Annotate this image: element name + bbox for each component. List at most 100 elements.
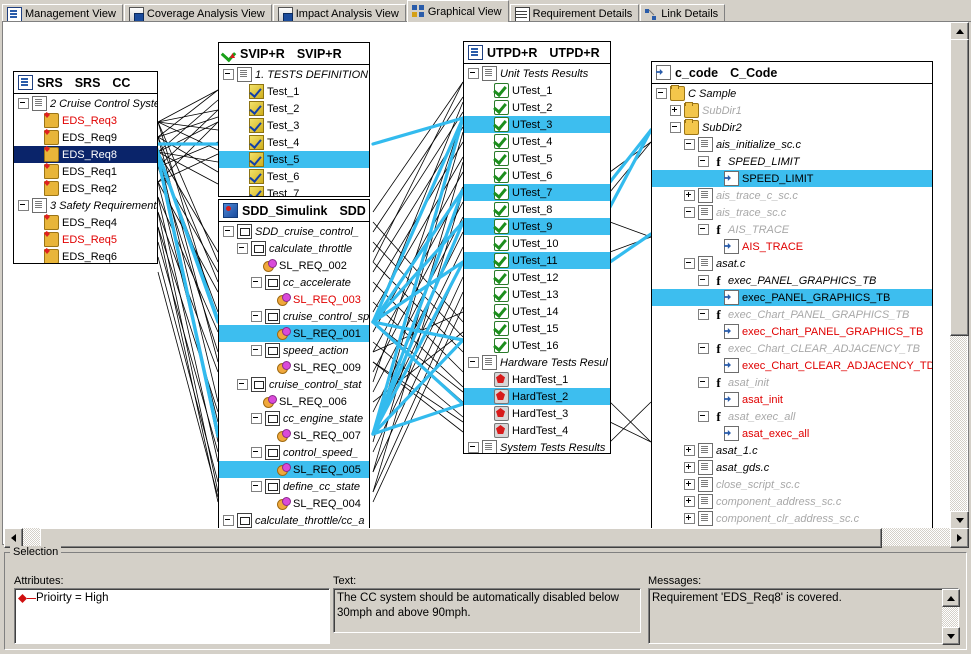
graph-canvas[interactable]: SRS SRS CC 2 Cruise Control SysteEDS_Req… [3, 22, 954, 530]
collapse-minus-icon[interactable] [237, 243, 248, 254]
collapse-minus-icon[interactable] [237, 379, 248, 390]
tree-row[interactable]: asat.c [652, 255, 932, 272]
tree-row[interactable]: fexec_Chart_PANEL_GRAPHICS_TB [652, 306, 932, 323]
tree-row[interactable]: Test_1 [219, 83, 369, 100]
collapse-minus-icon[interactable] [698, 156, 709, 167]
collapse-minus-icon[interactable] [656, 88, 667, 99]
tree-row[interactable]: UTest_1 [464, 82, 610, 99]
tree-row[interactable]: asat_init [652, 391, 932, 408]
tree-row[interactable]: Test_2 [219, 100, 369, 117]
collapse-minus-icon[interactable] [684, 207, 695, 218]
tree-row[interactable]: define_cc_state [219, 478, 369, 495]
tree-row[interactable]: EDS_Req8 [14, 146, 157, 163]
tree-row[interactable]: UTest_12 [464, 269, 610, 286]
tree-row[interactable]: exec_PANEL_GRAPHICS_TB [652, 289, 932, 306]
collapse-minus-icon[interactable] [698, 309, 709, 320]
collapse-minus-icon[interactable] [698, 275, 709, 286]
tree-row[interactable]: 3 Safety Requirements [14, 197, 157, 214]
tree-row[interactable]: fexec_Chart_CLEAR_ADJACENCY_TB [652, 340, 932, 357]
collapse-minus-icon[interactable] [251, 345, 262, 356]
tree-row[interactable]: UTest_8 [464, 201, 610, 218]
tree-row[interactable]: close_script_sc.c [652, 476, 932, 493]
panel-sdd[interactable]: SDD_Simulink SDD SDD_cruise_control_calc… [218, 199, 370, 530]
collapse-minus-icon[interactable] [468, 68, 479, 79]
tree-row[interactable]: SL_REQ_007 [219, 427, 369, 444]
collapse-minus-icon[interactable] [223, 69, 234, 80]
hscrollbar-thumb[interactable] [40, 528, 882, 548]
tree-row[interactable]: EDS_Req2 [14, 180, 157, 197]
tree-row[interactable]: control_speed_ [219, 444, 369, 461]
tree-row[interactable]: fasat_exec_all [652, 408, 932, 425]
collapse-minus-icon[interactable] [251, 481, 262, 492]
canvas-vscrollbar[interactable] [950, 22, 967, 528]
attribute-row[interactable]: Prioirty = High [18, 591, 326, 606]
tree-row[interactable]: ais_trace_sc.c [652, 204, 932, 221]
messages-readonly-box[interactable]: Requirement 'EDS_Req8' is covered. [648, 588, 959, 644]
collapse-minus-icon[interactable] [18, 200, 29, 211]
expand-plus-icon[interactable] [684, 479, 695, 490]
collapse-minus-icon[interactable] [468, 442, 479, 453]
panel-ccode[interactable]: c_code C_Code C SampleSubDir1SubDir2ais_… [651, 61, 933, 530]
tree-row[interactable]: cruise_control_stat [219, 376, 369, 393]
tree-row[interactable]: Test_7 [219, 185, 369, 197]
tree-row[interactable]: UTest_14 [464, 303, 610, 320]
collapse-minus-icon[interactable] [684, 258, 695, 269]
tree-row[interactable]: EDS_Req3 [14, 112, 157, 129]
tree-row[interactable]: Hardware Tests Resul [464, 354, 610, 371]
tree-row[interactable]: UTest_13 [464, 286, 610, 303]
tree-row[interactable]: AIS_TRACE [652, 238, 932, 255]
collapse-minus-icon[interactable] [468, 357, 479, 368]
ccode-tree[interactable]: C SampleSubDir1SubDir2ais_initialize_sc.… [652, 84, 932, 530]
messages-vscrollbar-up-button[interactable] [942, 589, 960, 607]
tree-row[interactable]: speed_action [219, 342, 369, 359]
messages-vscrollbar[interactable] [942, 589, 958, 643]
collapse-minus-icon[interactable] [18, 98, 29, 109]
tree-row[interactable]: UTest_16 [464, 337, 610, 354]
collapse-minus-icon[interactable] [698, 224, 709, 235]
svip-tree[interactable]: 1. TESTS DEFINITIONTest_1Test_2Test_3Tes… [219, 65, 369, 197]
tree-row[interactable]: SubDir1 [652, 102, 932, 119]
tree-row[interactable]: UTest_15 [464, 320, 610, 337]
tree-row[interactable]: SubDir2 [652, 119, 932, 136]
messages-vscrollbar-down-button[interactable] [942, 627, 960, 645]
collapse-minus-icon[interactable] [251, 413, 262, 424]
tree-row[interactable]: Test_5 [219, 151, 369, 168]
expand-plus-icon[interactable] [684, 445, 695, 456]
tree-row[interactable]: 1. TESTS DEFINITION [219, 66, 369, 83]
graph-canvas-frame[interactable]: SRS SRS CC 2 Cruise Control SysteEDS_Req… [2, 21, 969, 545]
collapse-minus-icon[interactable] [670, 122, 681, 133]
expand-plus-icon[interactable] [684, 462, 695, 473]
collapse-minus-icon[interactable] [698, 343, 709, 354]
tree-row[interactable]: SL_REQ_004 [219, 495, 369, 512]
tree-row[interactable]: EDS_Req6 [14, 248, 157, 264]
tree-row[interactable]: SL_REQ_005 [219, 461, 369, 478]
collapse-minus-icon[interactable] [684, 139, 695, 150]
text-readonly-box[interactable]: The CC system should be automatically di… [333, 588, 641, 633]
tree-row[interactable]: SPEED_LIMIT [652, 170, 932, 187]
tree-row[interactable]: SL_REQ_002 [219, 257, 369, 274]
tree-row[interactable]: cc_engine_state [219, 410, 369, 427]
tree-row[interactable]: Test_4 [219, 134, 369, 151]
tree-row[interactable]: UTest_10 [464, 235, 610, 252]
collapse-minus-icon[interactable] [698, 411, 709, 422]
tree-row[interactable]: UTest_3 [464, 116, 610, 133]
tree-row[interactable]: fexec_PANEL_GRAPHICS_TB [652, 272, 932, 289]
sdd-tree[interactable]: SDD_cruise_control_calculate_throttleSL_… [219, 222, 369, 530]
tree-row[interactable]: UTest_11 [464, 252, 610, 269]
tree-row[interactable]: C Sample [652, 85, 932, 102]
tree-row[interactable]: exec_Chart_PANEL_GRAPHICS_TB [652, 323, 932, 340]
collapse-minus-icon[interactable] [223, 515, 234, 526]
collapse-minus-icon[interactable] [698, 377, 709, 388]
tree-row[interactable]: UTest_6 [464, 167, 610, 184]
collapse-minus-icon[interactable] [251, 447, 262, 458]
expand-plus-icon[interactable] [684, 513, 695, 524]
utpd-tree[interactable]: Unit Tests ResultsUTest_1UTest_2UTest_3U… [464, 64, 610, 454]
collapse-minus-icon[interactable] [251, 311, 262, 322]
tree-row[interactable]: ais_initialize_sc.c [652, 136, 932, 153]
tree-row[interactable]: component_clr_address_sc.c [652, 510, 932, 527]
tree-row[interactable]: exec_Chart_CLEAR_ADJACENCY_TD [652, 357, 932, 374]
expand-plus-icon[interactable] [670, 105, 681, 116]
tree-row[interactable]: UTest_9 [464, 218, 610, 235]
collapse-minus-icon[interactable] [223, 226, 234, 237]
tree-row[interactable]: SL_REQ_009 [219, 359, 369, 376]
